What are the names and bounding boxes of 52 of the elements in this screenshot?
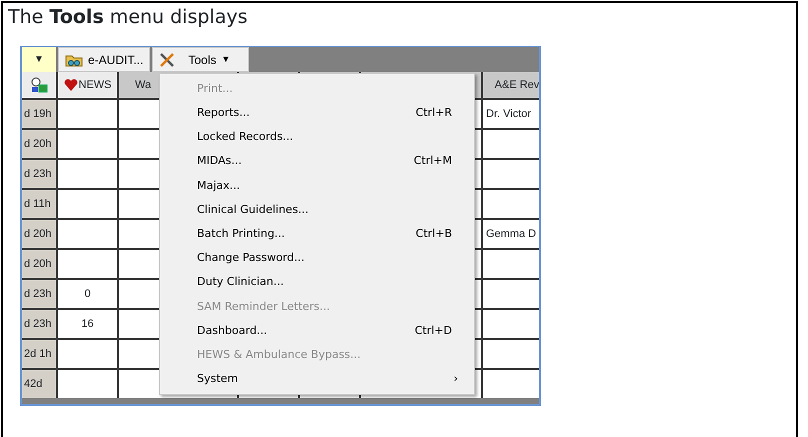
- row-header: d 23h: [22, 160, 56, 188]
- table-cell: [483, 370, 539, 398]
- table-cell: [58, 250, 117, 278]
- table-cell: [58, 160, 117, 188]
- menu-item[interactable]: MIDAs... Ctrl+M: [160, 150, 474, 174]
- column-header[interactable]: A&E Rev: [483, 72, 539, 98]
- menu-item[interactable]: System ›: [160, 367, 474, 392]
- menu-item[interactable]: Reports... Ctrl+R: [160, 101, 474, 126]
- dropdown-button[interactable]: ▼: [22, 47, 56, 72]
- table-cell: 16: [58, 310, 117, 338]
- menu-item[interactable]: Dashboard... Ctrl+D: [160, 318, 474, 344]
- row-header: d 19h: [22, 100, 56, 128]
- table-cell: [58, 340, 117, 368]
- menu-item[interactable]: Majax...: [160, 174, 474, 198]
- table-cell: Dr. Victor: [483, 100, 539, 128]
- menu-item[interactable]: Locked Records...: [160, 125, 474, 150]
- heading: The Tools menu displays: [8, 5, 248, 29]
- table-cell: [58, 190, 117, 218]
- row-header: d 23h: [22, 310, 56, 338]
- table-cell: [58, 100, 117, 128]
- heart-icon: [64, 78, 78, 92]
- menu-item[interactable]: Change Password...: [160, 246, 474, 270]
- table-cell: [58, 130, 117, 158]
- row-header: d 23h: [22, 280, 56, 308]
- table-cell: [483, 340, 539, 368]
- table-cell: Gemma D: [483, 220, 539, 248]
- column-header[interactable]: NEWS: [58, 72, 117, 98]
- menu-item[interactable]: Batch Printing... Ctrl+B: [160, 222, 474, 246]
- table-cell: [58, 370, 117, 398]
- tools-icon: [159, 52, 176, 66]
- row-header: 2d 1h: [22, 340, 56, 368]
- table-cell: [483, 160, 539, 188]
- row-header: 42d: [22, 370, 56, 398]
- table-cell: [58, 220, 117, 248]
- audit-button[interactable]: e-AUDIT...: [58, 47, 150, 72]
- row-header: d 20h: [22, 250, 56, 278]
- row-header: d 20h: [22, 220, 56, 248]
- table-cell: [483, 250, 539, 278]
- table-cell: [483, 190, 539, 218]
- row-header: d 11h: [22, 190, 56, 218]
- column-header[interactable]: [22, 72, 56, 98]
- tools-button[interactable]: Tools ▼: [152, 47, 250, 72]
- person-computer-icon: [30, 77, 48, 93]
- row-header: d 20h: [22, 130, 56, 158]
- table-cell: [483, 280, 539, 308]
- table-cell: [483, 130, 539, 158]
- folder-icon: [65, 52, 83, 66]
- menu-item[interactable]: Duty Clinician...: [160, 270, 474, 295]
- table-cell: [483, 310, 539, 338]
- column-label: NEWS: [78, 78, 112, 93]
- menu-item[interactable]: Clinical Guidelines...: [160, 198, 474, 222]
- table-cell: 0: [58, 280, 117, 308]
